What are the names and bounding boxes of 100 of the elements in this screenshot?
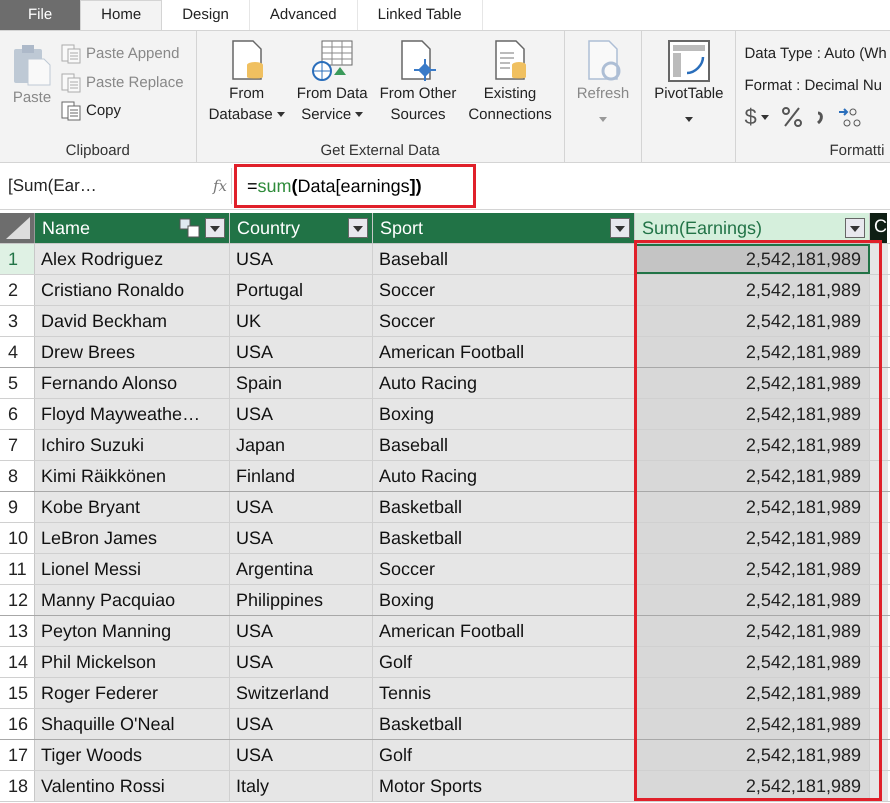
table-cell: 2,542,181,989 bbox=[635, 647, 870, 677]
table-cell: Roger Federer bbox=[35, 678, 230, 708]
table-cell: 2,542,181,989 bbox=[635, 461, 870, 491]
table-cell: Soccer bbox=[373, 306, 635, 336]
ribbon-button[interactable]: Copy bbox=[60, 100, 184, 122]
table-cell: Basketball bbox=[373, 492, 635, 522]
table-cell: Soccer bbox=[373, 275, 635, 305]
table-cell: 2,542,181,989 bbox=[635, 275, 870, 305]
table-cell: 2,542,181,989 bbox=[635, 306, 870, 336]
copy-icon bbox=[60, 100, 82, 122]
pivot-table-icon bbox=[666, 39, 711, 83]
table-cell: Alex Rodriguez bbox=[35, 244, 230, 274]
table-paste-icon bbox=[60, 43, 82, 66]
table-cell: UK bbox=[230, 306, 373, 336]
column-header[interactable]: Country bbox=[230, 213, 373, 243]
table-cell: Auto Racing bbox=[373, 461, 635, 491]
table-paste-icon bbox=[60, 72, 82, 94]
table-cell: Portugal bbox=[230, 275, 373, 305]
ribbon-button[interactable]: From Data Service bbox=[292, 39, 372, 125]
increase-decimal-icon[interactable] bbox=[836, 106, 863, 128]
filter-dropdown-icon[interactable] bbox=[205, 218, 225, 238]
table-cell: Ichiro Suzuki bbox=[35, 430, 230, 460]
table-cell: 2,542,181,989 bbox=[635, 492, 870, 522]
ribbon-button[interactable]: From Other Sources bbox=[376, 39, 460, 125]
table-cell: 2,542,181,989 bbox=[635, 585, 870, 615]
name-box[interactable]: [Sum(Ear… bbox=[8, 173, 97, 199]
format-field[interactable]: Format : Decimal Nu bbox=[744, 74, 882, 97]
ribbon-button[interactable]: From Database bbox=[204, 39, 289, 125]
column-header[interactable]: Name bbox=[35, 213, 230, 243]
table-cell: Tennis bbox=[373, 678, 635, 708]
table-cell: USA bbox=[230, 244, 373, 274]
filter-dropdown-icon[interactable] bbox=[845, 218, 865, 238]
table-cell: David Beckham bbox=[35, 306, 230, 336]
table-cell: 2,542,181,989 bbox=[635, 399, 870, 429]
select-all-corner[interactable] bbox=[0, 213, 35, 243]
table-cell: 2,542,181,989 bbox=[635, 616, 870, 646]
table-cell: 2,542,181,989 bbox=[635, 337, 870, 367]
table-cell: Soccer bbox=[373, 554, 635, 584]
table-cell: Valentino Rossi bbox=[35, 771, 230, 801]
table-cell: Manny Pacquiao bbox=[35, 585, 230, 615]
table-cell: Lionel Messi bbox=[35, 554, 230, 584]
filter-dropdown-icon[interactable] bbox=[610, 218, 630, 238]
table-cell: Drew Brees bbox=[35, 337, 230, 367]
table-cell: Italy bbox=[230, 771, 373, 801]
formula-field[interactable]: =sum(Data[earnings]) bbox=[234, 164, 476, 208]
ribbon-button[interactable]: PivotTable bbox=[650, 39, 728, 129]
currency-icon[interactable]: $ bbox=[744, 106, 769, 128]
table-cell: USA bbox=[230, 399, 373, 429]
table-cell: Spain bbox=[230, 368, 373, 398]
percent-icon[interactable] bbox=[780, 106, 803, 128]
row-number[interactable]: 1 bbox=[0, 244, 35, 274]
table-cell: Tiger Woods bbox=[35, 740, 230, 770]
caret-icon bbox=[760, 114, 769, 120]
column-header[interactable]: Sum(Earnings) bbox=[635, 213, 870, 243]
group-label: Get External Data bbox=[320, 140, 441, 160]
caret-icon bbox=[598, 116, 607, 122]
table-cell: Shaquille O'Neal bbox=[35, 709, 230, 739]
table-cell: Kobe Bryant bbox=[35, 492, 230, 522]
table-cell: USA bbox=[230, 740, 373, 770]
table-cell: Basketball bbox=[373, 709, 635, 739]
table-cell: Switzerland bbox=[230, 678, 373, 708]
table-cell: 2,542,181,989 bbox=[635, 678, 870, 708]
grid-globe-icon bbox=[310, 39, 354, 83]
table-cell: Argentina bbox=[230, 554, 373, 584]
table-cell: USA bbox=[230, 337, 373, 367]
table-cell: Boxing bbox=[373, 585, 635, 615]
table-cell: 2,542,181,989 bbox=[635, 430, 870, 460]
comma-icon[interactable] bbox=[814, 109, 825, 125]
table-cell: USA bbox=[230, 647, 373, 677]
table-cell: Finland bbox=[230, 461, 373, 491]
table-cell: American Football bbox=[373, 337, 635, 367]
filter-dropdown-icon[interactable] bbox=[348, 218, 368, 238]
column-header[interactable]: C bbox=[870, 213, 888, 243]
caret-icon bbox=[684, 116, 693, 122]
table-cell: Phil Mickelson bbox=[35, 647, 230, 677]
ribbon-tab[interactable]: File bbox=[0, 0, 80, 30]
table-cell: 2,542,181,989 bbox=[635, 244, 870, 274]
column-header[interactable]: Sport bbox=[373, 213, 635, 243]
ribbon-button[interactable]: Existing Connections bbox=[464, 39, 556, 125]
table-cell: Cristiano Ronaldo bbox=[35, 275, 230, 305]
table-cell: Japan bbox=[230, 430, 373, 460]
group-label: Clipboard bbox=[64, 140, 131, 160]
table-cell: USA bbox=[230, 492, 373, 522]
fx-icon[interactable]: fx bbox=[212, 174, 227, 198]
table-cell: Golf bbox=[373, 647, 635, 677]
clipboard-icon bbox=[12, 43, 52, 87]
table-cell: 2,542,181,989 bbox=[635, 523, 870, 553]
table-cell: Auto Racing bbox=[373, 368, 635, 398]
table-cell: USA bbox=[230, 709, 373, 739]
ribbon-tab[interactable]: Home bbox=[80, 0, 162, 30]
table-cell: American Football bbox=[373, 616, 635, 646]
table-cell: Kimi Räikkönen bbox=[35, 461, 230, 491]
caret-icon bbox=[276, 112, 285, 117]
table-cell: Motor Sports bbox=[373, 771, 635, 801]
caret-icon bbox=[355, 112, 364, 117]
table-cell: Baseball bbox=[373, 244, 635, 274]
table-cell: Peyton Manning bbox=[35, 616, 230, 646]
table-cell: Basketball bbox=[373, 523, 635, 553]
table-cell: 2,542,181,989 bbox=[635, 554, 870, 584]
group-label: Formatti bbox=[828, 140, 882, 160]
